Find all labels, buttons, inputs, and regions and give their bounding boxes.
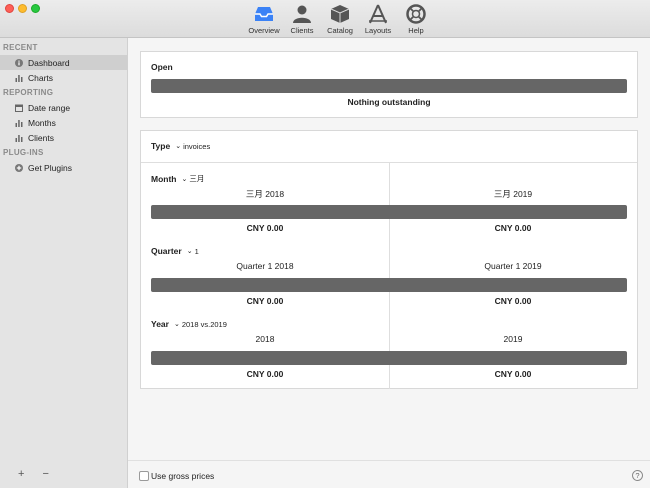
help-button[interactable]: ?: [632, 470, 643, 481]
chevron-down-icon: ⌄: [186, 248, 193, 255]
title-bar: Overview Clients Catalog Layouts Help: [0, 0, 650, 38]
month-bar: [151, 205, 627, 219]
sidebar-item-label: Months: [28, 117, 56, 128]
open-status: Nothing outstanding: [347, 97, 431, 107]
month-value: 三月: [189, 174, 205, 183]
bar-chart-icon: [15, 119, 23, 127]
year-label: Year: [151, 319, 169, 329]
section-heading-recent: RECENT: [3, 43, 38, 52]
sidebar-item-label: Date range: [28, 102, 71, 113]
sidebar-item-label: Charts: [28, 72, 54, 83]
month-right-period: 三月 2019: [493, 189, 533, 199]
year-left-amount: CNY 0.00: [246, 369, 284, 379]
gross-prices-checkbox[interactable]: [139, 471, 149, 481]
bar-chart-icon: [15, 74, 23, 82]
type-card: Type ⌄ invoices Month ⌄ 三月 三月 2018 三月 2019…: [140, 130, 638, 389]
gross-prices-label[interactable]: Use gross prices: [151, 471, 214, 481]
month-label: Month: [151, 173, 177, 184]
month-row-label: Month ⌄ 三月: [151, 173, 204, 184]
quarter-dropdown[interactable]: ⌄ 1: [187, 247, 199, 256]
info-icon: [15, 58, 23, 67]
person-icon: [293, 5, 311, 23]
sidebar-item-get-plugins[interactable]: Get Plugins: [0, 160, 127, 175]
month-dropdown[interactable]: ⌄ 三月: [182, 173, 205, 184]
toolbar-overview-button[interactable]: Overview: [245, 4, 283, 35]
sidebar-footer: + −: [18, 468, 49, 480]
quarter-right-amount: CNY 0.00: [494, 296, 532, 306]
add-button[interactable]: +: [18, 468, 24, 480]
quarter-left-amount: CNY 0.00: [246, 296, 284, 306]
quarter-bar: [151, 278, 627, 292]
section-heading-plugins: PLUG-INS: [3, 148, 44, 157]
pencil-ruler-icon: [369, 4, 387, 24]
close-window-button[interactable]: [5, 4, 14, 13]
quarter-row-label: Quarter ⌄ 1: [151, 246, 199, 256]
toolbar-catalog-button[interactable]: Catalog: [321, 4, 359, 35]
quarter-left-period: Quarter 1 2018: [236, 261, 294, 271]
open-title: Open: [151, 62, 173, 72]
toolbar-label: Layouts: [364, 26, 392, 35]
year-right-amount: CNY 0.00: [494, 369, 532, 379]
remove-button[interactable]: −: [42, 468, 48, 480]
year-row-label: Year ⌄ 2018 vs.2019: [151, 319, 227, 329]
type-value: invoices: [183, 141, 211, 151]
sidebar-item-label: Dashboard: [28, 57, 70, 68]
open-progress-bar: [151, 79, 627, 93]
chevron-down-icon: ⌄: [173, 321, 180, 328]
type-dropdown[interactable]: ⌄ invoices: [175, 142, 210, 151]
main-content: Open Nothing outstanding Type ⌄ invoices …: [128, 38, 650, 460]
toolbar: Overview Clients Catalog Layouts Help: [245, 4, 435, 35]
open-card: Open Nothing outstanding: [140, 51, 638, 118]
toolbar-label: Help: [408, 26, 424, 35]
bottom-bar: Use gross prices ?: [128, 460, 650, 488]
sidebar-item-months[interactable]: Months: [0, 115, 127, 130]
type-label-row: Type ⌄ invoices: [151, 141, 210, 151]
section-heading-reporting: REPORTING: [3, 88, 54, 97]
bar-chart-icon: [15, 134, 23, 142]
sidebar-item-charts[interactable]: Charts: [0, 70, 127, 85]
zoom-window-button[interactable]: [31, 4, 40, 13]
sidebar-item-label: Clients: [28, 132, 54, 143]
lifebuoy-icon: [406, 4, 426, 24]
year-left-period: 2018: [255, 334, 275, 344]
quarter-value: 1: [194, 246, 199, 256]
month-left-period: 三月 2018: [245, 189, 285, 199]
inbox-icon: [255, 7, 273, 21]
plus-circle-icon: [15, 163, 23, 172]
sidebar: RECENT Dashboard Charts REPORTING Date r…: [0, 38, 128, 488]
month-right-amount: CNY 0.00: [494, 223, 532, 233]
month-left-amount: CNY 0.00: [246, 223, 284, 233]
year-right-period: 2019: [503, 334, 523, 344]
toolbar-help-button[interactable]: Help: [397, 4, 435, 35]
year-dropdown[interactable]: ⌄ 2018 vs.2019: [174, 320, 227, 329]
year-value: 2018 vs.2019: [181, 319, 227, 329]
chevron-down-icon: ⌄: [175, 143, 182, 150]
calendar-icon: [15, 104, 23, 112]
type-label: Type: [151, 141, 171, 151]
sidebar-item-dashboard[interactable]: Dashboard: [0, 55, 127, 70]
sidebar-item-date-range[interactable]: Date range: [0, 100, 127, 115]
quarter-right-period: Quarter 1 2019: [484, 261, 542, 271]
minimize-window-button[interactable]: [18, 4, 27, 13]
toolbar-clients-button[interactable]: Clients: [283, 4, 321, 35]
toolbar-label: Catalog: [327, 26, 353, 35]
sidebar-item-clients[interactable]: Clients: [0, 130, 127, 145]
toolbar-layouts-button[interactable]: Layouts: [359, 4, 397, 35]
sidebar-item-label: Get Plugins: [28, 162, 72, 173]
year-bar: [151, 351, 627, 365]
toolbar-label: Overview: [248, 26, 280, 35]
toolbar-label: Clients: [290, 26, 314, 35]
app-window: Overview Clients Catalog Layouts Help RE…: [0, 0, 650, 488]
box-icon: [330, 5, 350, 23]
chevron-down-icon: ⌄: [181, 175, 188, 183]
quarter-label: Quarter: [151, 246, 182, 256]
